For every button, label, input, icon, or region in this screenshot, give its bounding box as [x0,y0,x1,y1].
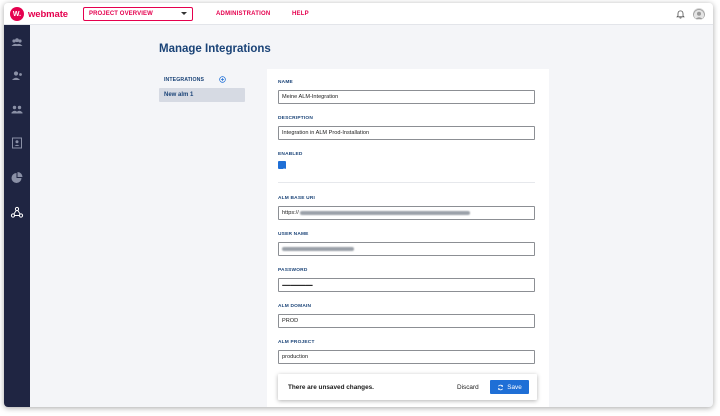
unsaved-changes-toast: There are unsaved changes. Discard Save [278,374,537,400]
bell-icon[interactable] [676,10,685,19]
user-group-icon[interactable] [10,69,24,83]
alm-domain-input[interactable]: PROD [278,314,535,328]
password-input[interactable]: •••••••••••••••••••••••••••••• [278,278,535,292]
password-label: PASSWORD [278,268,308,273]
project-dropdown[interactable]: PROJECT OVERVIEW [83,7,193,21]
integration-item[interactable]: New alm 1 [159,88,245,102]
logo[interactable]: W. webmate [10,6,68,22]
enabled-label: ENABLED [278,152,303,157]
check-icon [279,168,285,173]
integration-form: NAME Meine ALM-Integration DESCRIPTION I… [267,69,549,407]
team-icon[interactable] [10,36,24,50]
contact-card-icon[interactable] [10,136,24,150]
project-dropdown-label: PROJECT OVERVIEW [89,11,153,17]
alm-base-uri-value: https:// [282,210,299,216]
save-button[interactable]: Save [490,380,529,394]
top-bar: W. webmate PROJECT OVERVIEW ADMINISTRATI… [4,3,713,25]
brand-name: webmate [28,8,68,20]
users-icon[interactable] [10,103,24,117]
alm-base-uri-label: ALM BASE URI [278,196,316,201]
user-avatar[interactable] [693,8,705,20]
sidebar [4,25,30,407]
unsaved-changes-message: There are unsaved changes. [288,384,374,391]
alm-base-uri-input[interactable]: https:// [278,206,535,220]
name-label: NAME [278,80,293,85]
form-divider [278,182,535,183]
description-label: DESCRIPTION [278,116,313,121]
refresh-icon [498,384,504,390]
save-label: Save [507,383,522,391]
nav-help[interactable]: HELP [292,11,309,17]
user-name-label: USER NAME [278,232,309,237]
integrations-icon[interactable] [10,205,24,219]
alm-project-label: ALM PROJECT [278,340,315,345]
page-title: Manage Integrations [159,43,271,55]
description-input[interactable]: Integration in ALM Prod-Installation [278,126,535,140]
user-name-input[interactable] [278,242,535,256]
integrations-header: INTEGRATIONS [164,77,205,83]
nav-administration[interactable]: ADMINISTRATION [216,11,270,17]
enabled-checkbox[interactable] [278,161,286,173]
add-integration-icon[interactable] [219,76,226,83]
redacted-text [299,211,470,215]
pie-chart-icon[interactable] [10,171,24,185]
logo-mark: W. [10,7,24,21]
alm-project-input[interactable]: production [278,350,535,364]
caret-down-icon [181,12,187,15]
redacted-text [282,247,354,251]
alm-domain-label: ALM DOMAIN [278,304,312,309]
app-window: W. webmate PROJECT OVERVIEW ADMINISTRATI… [4,3,713,407]
discard-button[interactable]: Discard [457,384,479,391]
user-icon [693,9,705,20]
name-input[interactable]: Meine ALM-Integration [278,90,535,104]
